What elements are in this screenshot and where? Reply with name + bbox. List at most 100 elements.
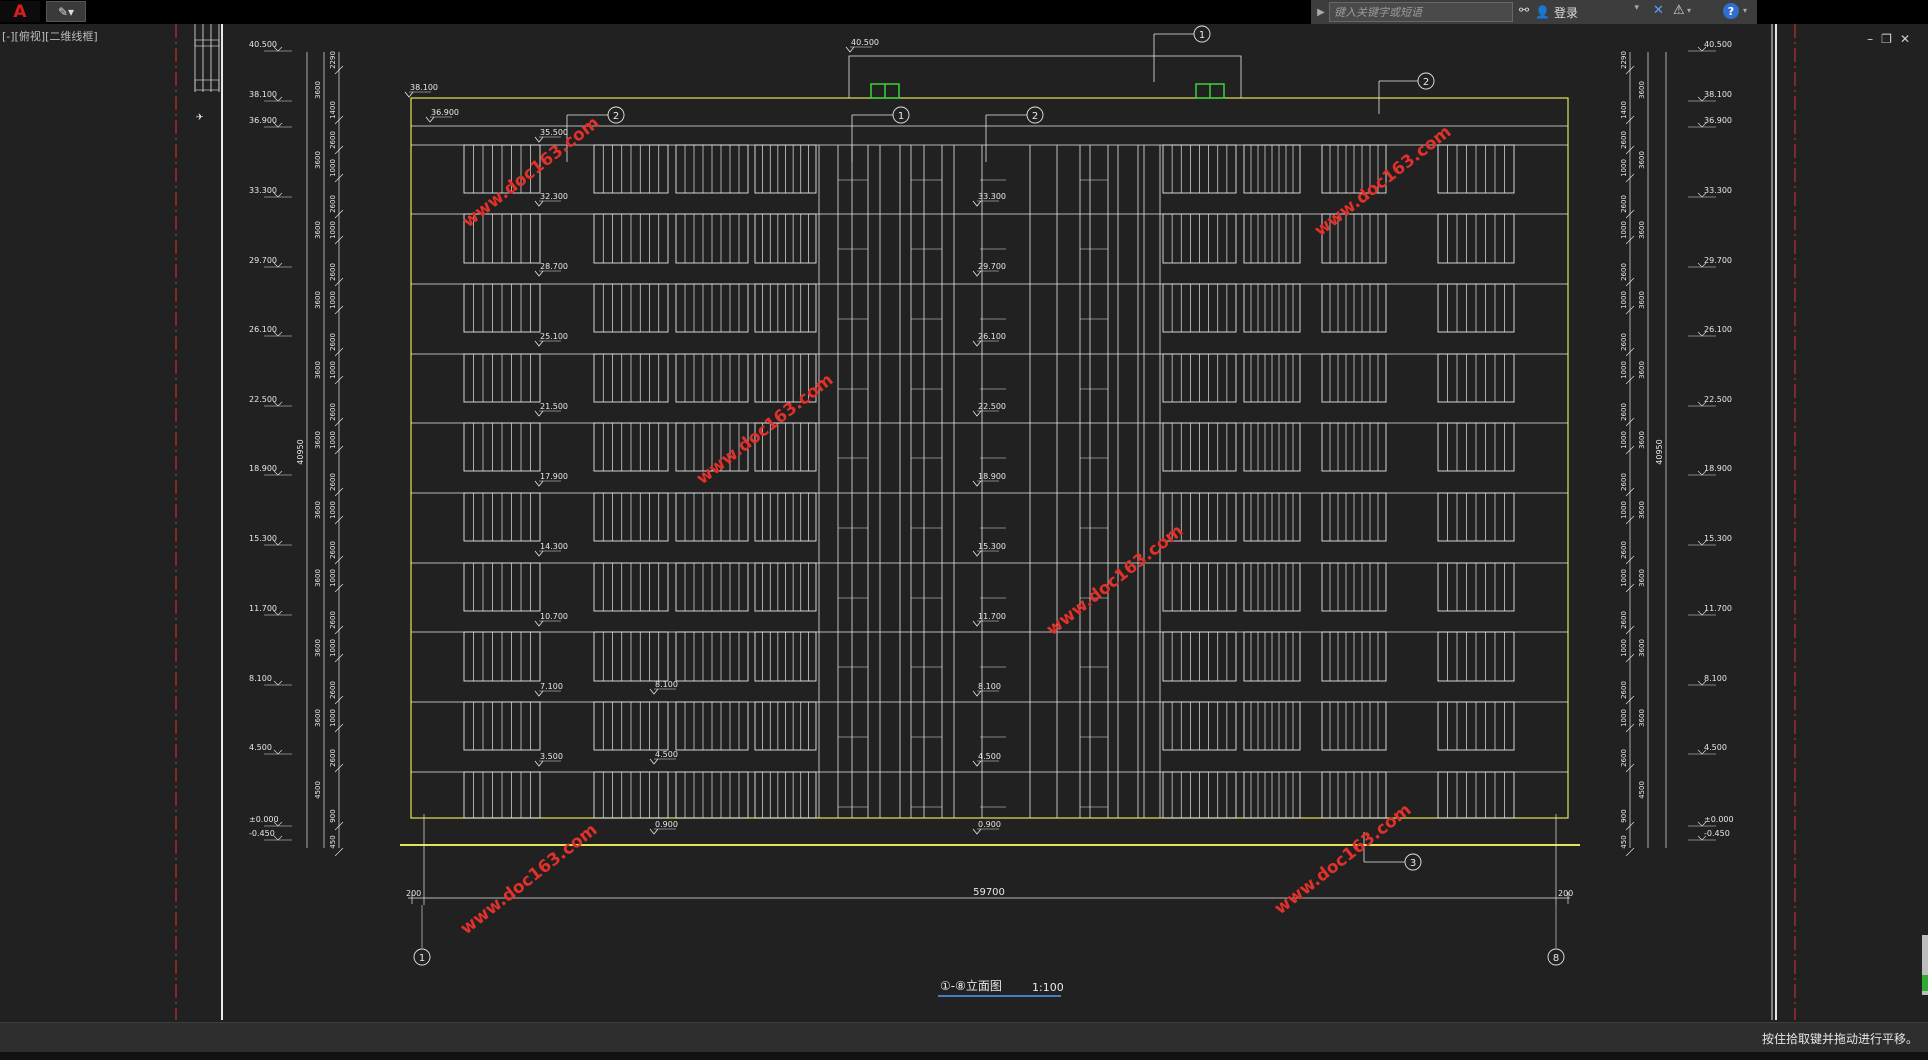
overall-height-dimension: 40950: [1655, 439, 1664, 464]
end-dimension: 200: [1558, 889, 1573, 898]
dimension-text: 3600: [1638, 709, 1646, 727]
infocenter-bar: ▶ ⚯ 👤 登录 ▾ ✕ ⚠ ▾ ? ▾: [1311, 0, 1757, 24]
dimension-text: 3600: [1638, 569, 1646, 587]
title-block-cell: [194, 79, 220, 91]
watermark-text: www.doc163.com: [457, 820, 602, 939]
scale-level-text: 26.100: [249, 325, 277, 334]
dimension-text: 1000: [1620, 569, 1628, 587]
scale-level-mark: [273, 749, 283, 755]
login-button[interactable]: 👤 登录 ▾: [1535, 3, 1639, 21]
scale-level-text: 4.500: [1704, 743, 1727, 752]
level-mark: [972, 480, 982, 487]
level-mark: [534, 620, 544, 627]
level-mark: [649, 828, 659, 835]
dimension-text: 3600: [314, 221, 322, 239]
autocad-logo-icon: A: [13, 1, 27, 22]
scale-level-text: 8.100: [249, 674, 272, 683]
title-block-cell: [194, 39, 220, 47]
scale-level-text: ±0.000: [1704, 815, 1734, 824]
level-text: 18.900: [978, 472, 1006, 481]
level-mark: [534, 760, 544, 767]
scale-level-text: 8.100: [1704, 674, 1727, 683]
dimension-text: 450: [329, 835, 337, 848]
level-text: 28.700: [540, 262, 568, 271]
level-mark: [534, 270, 544, 277]
minimize-icon[interactable]: –: [1867, 32, 1873, 46]
search-input[interactable]: [1329, 2, 1513, 22]
scale-level-mark: [273, 680, 283, 686]
dimension-text: 1000: [329, 639, 337, 657]
dimension-text: 3600: [314, 151, 322, 169]
level-mark: [972, 828, 982, 835]
level-text: 36.900: [431, 108, 459, 117]
level-mark: [534, 200, 544, 207]
command-status-bar: 按住拾取键并拖动进行平移。: [0, 1022, 1928, 1053]
dimension-text: 1400: [329, 101, 337, 119]
scale-level-text: ±0.000: [249, 815, 279, 824]
dimension-text: 1000: [329, 431, 337, 449]
dimension-text: 2600: [329, 541, 337, 559]
left-dimension-scale: 40.500 38.100 36.900 33.300 29.700 26.100 22.5…: [249, 40, 344, 857]
right-dimension-scale: 40.500 38.100 36.900 33.300 29.700 26.100 22.5…: [1620, 40, 1734, 857]
dimension-text: 2600: [1620, 263, 1628, 281]
a360-icon[interactable]: ⚠: [1673, 3, 1685, 18]
viewport-controls-label[interactable]: [-][俯视][二维线框]: [2, 28, 98, 44]
dimension-text: 2600: [1620, 473, 1628, 491]
dimension-text: 3600: [1638, 151, 1646, 169]
scale-level-text: 29.700: [1704, 256, 1732, 265]
drawing-canvas[interactable]: ✈ 40.50038.10036.90033.30029.70026.10022…: [0, 24, 1928, 1022]
dimension-text: 2600: [329, 749, 337, 767]
exchange-icon[interactable]: ✕: [1653, 3, 1664, 18]
level-text: 22.500: [978, 402, 1006, 411]
restore-icon[interactable]: ❐: [1881, 32, 1892, 46]
scale-level-text: 33.300: [249, 186, 277, 195]
dimension-text: 1000: [1620, 709, 1628, 727]
level-text: 7.100: [540, 682, 563, 691]
scale-level-text: 11.700: [249, 604, 277, 613]
scale-level-text: 29.700: [249, 256, 277, 265]
bottom-strip: [0, 1052, 1928, 1060]
watermarks: www.doc163.com www.doc163.com www.doc163.c…: [457, 113, 1456, 939]
dimension-text: 3600: [314, 361, 322, 379]
help-icon[interactable]: ?: [1723, 3, 1739, 19]
overall-height-dimension: 40950: [296, 439, 305, 464]
scale-level-text: -0.450: [249, 829, 275, 838]
level-text: 29.700: [978, 262, 1006, 271]
dimension-text: 900: [329, 809, 337, 822]
scale-level-text: 18.900: [249, 464, 277, 473]
scrollbar-indicator: [1922, 975, 1928, 991]
dimension-text: 1000: [1620, 159, 1628, 177]
level-text: 21.500: [540, 402, 568, 411]
dimension-text: 3600: [1638, 291, 1646, 309]
expand-arrow-icon[interactable]: ▶: [1313, 2, 1329, 22]
end-dimension: 200: [406, 889, 421, 898]
dimension-text: 3600: [1638, 501, 1646, 519]
app-menu-button[interactable]: A: [0, 1, 40, 22]
callout-number: 1: [898, 111, 904, 122]
dimension-text: 2600: [329, 611, 337, 629]
level-text: 38.100: [410, 83, 438, 92]
dimension-text: 2600: [329, 131, 337, 149]
scale-level-text: 40.500: [1704, 40, 1732, 49]
level-text: 8.100: [978, 682, 1001, 691]
close-icon[interactable]: ✕: [1900, 32, 1910, 46]
level-mark: [534, 550, 544, 557]
level-text: 4.500: [655, 750, 678, 759]
level-mark: [534, 340, 544, 347]
dimension-text: 3600: [314, 639, 322, 657]
dimension-text: 3600: [1638, 81, 1646, 99]
level-mark: [425, 116, 435, 123]
binoculars-icon[interactable]: ⚯: [1519, 3, 1529, 17]
quick-access-button[interactable]: ✎▾: [46, 1, 86, 22]
dimension-text: 3600: [314, 431, 322, 449]
level-text: 14.300: [540, 542, 568, 551]
dimension-text: 1000: [329, 291, 337, 309]
level-mark: [649, 688, 659, 695]
drawing-scale: 1:100: [1032, 981, 1064, 994]
scale-level-text: 33.300: [1704, 186, 1732, 195]
scale-level-text: -0.450: [1704, 829, 1730, 838]
status-message: 按住拾取键并拖动进行平移。: [1761, 1032, 1918, 1046]
level-text: 26.100: [978, 332, 1006, 341]
chevron-down-icon: ▾: [1743, 6, 1748, 15]
level-text: 0.900: [655, 820, 678, 829]
